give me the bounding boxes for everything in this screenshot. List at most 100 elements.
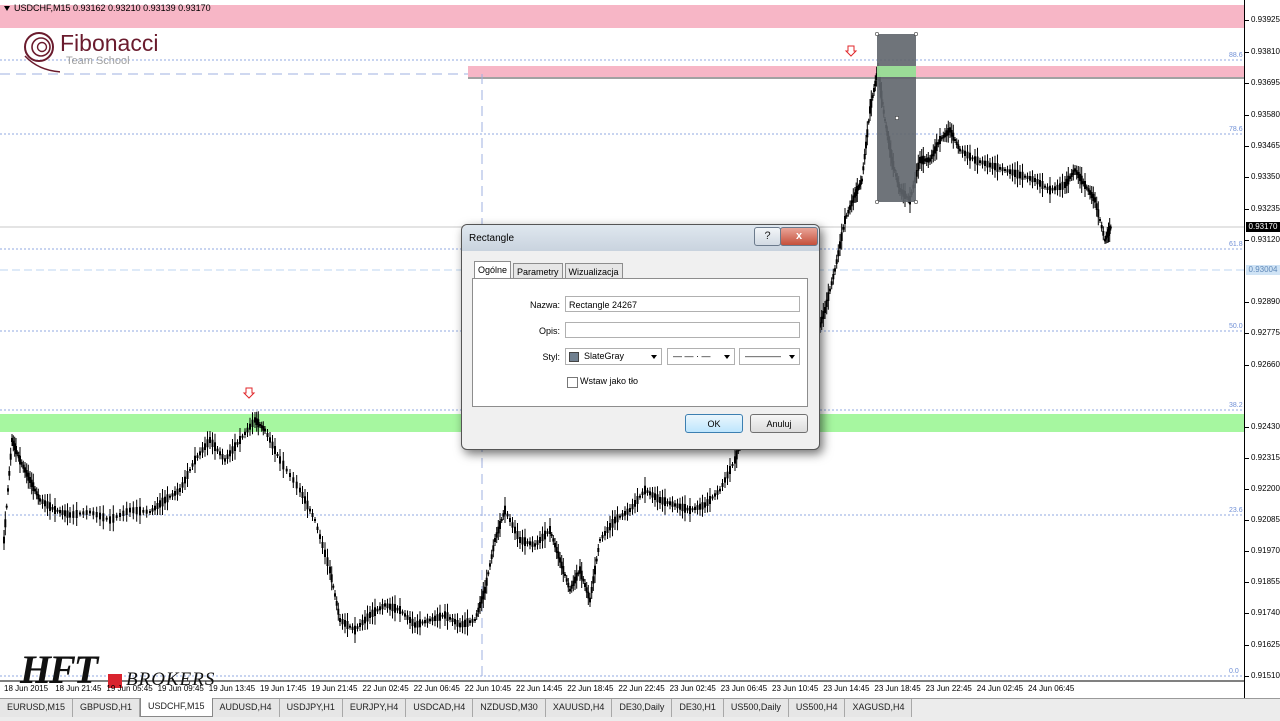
chart-tab[interactable]: XAUUSD,H4 xyxy=(545,699,613,717)
close-button[interactable]: x xyxy=(780,227,818,246)
candle-body xyxy=(85,510,88,515)
candle-body xyxy=(619,515,621,518)
candle-body xyxy=(624,511,626,516)
candle-body xyxy=(191,463,194,467)
color-value: SlateGray xyxy=(584,351,625,361)
line-style-select[interactable]: — — · — xyxy=(667,348,735,365)
candle-body xyxy=(344,620,346,627)
chart-tab[interactable]: EURUSD,M15 xyxy=(0,699,74,717)
ok-button[interactable]: OK xyxy=(685,414,743,433)
candle-body xyxy=(1024,175,1026,178)
chart-tab[interactable]: EURJPY,H4 xyxy=(342,699,407,717)
candle-body xyxy=(684,504,686,513)
candle-body xyxy=(735,450,738,460)
candle-body xyxy=(451,618,454,622)
chart-tab[interactable]: US500,H4 xyxy=(788,699,846,717)
candle-body xyxy=(485,577,488,586)
candle-body xyxy=(441,614,444,617)
candle-body xyxy=(164,496,166,504)
candle-body xyxy=(181,482,184,488)
chart-tab[interactable]: USDJPY,H1 xyxy=(279,699,343,717)
candle-body xyxy=(64,510,66,517)
candle-body xyxy=(629,508,631,512)
price-tick-mark xyxy=(1245,333,1249,334)
chart-tab[interactable]: US500,Daily xyxy=(723,699,789,717)
candle-body xyxy=(51,507,54,510)
candle-body xyxy=(1109,226,1112,229)
candle-body xyxy=(704,502,706,508)
line-style-value: — — · — xyxy=(673,351,711,361)
candle-body xyxy=(641,491,644,495)
candle-body xyxy=(276,454,279,456)
candle-body xyxy=(204,443,206,450)
background-checkbox[interactable] xyxy=(567,377,578,388)
candle-body xyxy=(125,508,128,515)
candle-body xyxy=(827,292,830,301)
candle-body xyxy=(979,160,981,163)
candle-body xyxy=(464,619,466,627)
candle-body xyxy=(231,446,234,454)
candle-body xyxy=(434,615,436,621)
candle-body xyxy=(991,162,994,169)
name-input[interactable]: Rectangle 24267 xyxy=(565,296,800,312)
price-tick-mark xyxy=(1245,146,1249,147)
color-select[interactable]: SlateGray xyxy=(565,348,662,365)
candle-body xyxy=(341,619,344,625)
candle-body xyxy=(524,537,526,546)
chart-tab[interactable]: NZDUSD,M30 xyxy=(473,699,546,717)
candle-body xyxy=(706,499,709,506)
candle-body xyxy=(316,526,319,530)
candle-body xyxy=(840,232,843,241)
candle-body xyxy=(595,558,598,562)
candle-body xyxy=(614,516,616,524)
candle-body xyxy=(456,620,459,627)
help-button[interactable]: ? xyxy=(754,227,781,246)
candle-body xyxy=(20,462,23,465)
price-tick-mark xyxy=(1245,489,1249,490)
candle-body xyxy=(356,626,359,629)
price-tick-mark xyxy=(1245,427,1249,428)
candle-body xyxy=(469,620,471,623)
chart-tab[interactable]: GBPUSD,H1 xyxy=(73,699,141,717)
candle-body xyxy=(699,503,701,510)
candle-body xyxy=(354,625,356,635)
price-tick-mark xyxy=(1245,551,1249,552)
candle-body xyxy=(295,481,298,489)
candle-body xyxy=(696,505,699,510)
candle-body xyxy=(309,508,311,512)
chart-tab[interactable]: DE30,Daily xyxy=(612,699,673,717)
chart-tab[interactable]: USDCAD,H4 xyxy=(406,699,474,717)
candle-body xyxy=(145,509,148,514)
symbol-quote: USDCHF,M15 0.93162 0.93210 0.93139 0.931… xyxy=(14,3,211,13)
candle-body xyxy=(835,259,838,264)
line-width-select[interactable]: ———— xyxy=(739,348,800,365)
candle-body xyxy=(529,541,531,546)
chart-tab[interactable]: AUDUSD,H4 xyxy=(212,699,280,717)
cancel-button[interactable]: Anuluj xyxy=(750,414,808,433)
candle-body xyxy=(234,442,236,451)
chart-tab[interactable]: XAGUSD,H4 xyxy=(845,699,913,717)
chart-tab[interactable]: DE30,H1 xyxy=(672,699,724,717)
dropdown-triangle-icon[interactable] xyxy=(4,6,10,12)
candle-body xyxy=(829,288,831,292)
description-input[interactable] xyxy=(565,322,800,338)
candle-body xyxy=(562,566,565,574)
time-label: 22 Jun 22:45 xyxy=(618,684,665,693)
price-tick: 0.91625 xyxy=(1251,640,1280,649)
candle-body xyxy=(971,157,974,160)
candle-body xyxy=(244,431,246,435)
candle-body xyxy=(499,521,501,529)
chart-tab[interactable]: USDCHF,M15 xyxy=(140,698,213,717)
candle-body xyxy=(92,511,95,516)
candle-body xyxy=(649,491,651,496)
candle-body xyxy=(1004,169,1006,171)
dialog-titlebar[interactable]: Rectangle ? x xyxy=(462,225,819,251)
candle-body xyxy=(661,497,664,505)
candle-body xyxy=(359,623,361,627)
candle-body xyxy=(161,497,164,507)
price-tick-mark xyxy=(1245,209,1249,210)
price-scale[interactable]: 0.93925 0.93810 0.93695 0.93580 0.93465 0.933… xyxy=(1244,0,1280,698)
candle-body xyxy=(54,506,56,514)
candle-body xyxy=(654,493,656,500)
candle-body xyxy=(229,450,231,457)
